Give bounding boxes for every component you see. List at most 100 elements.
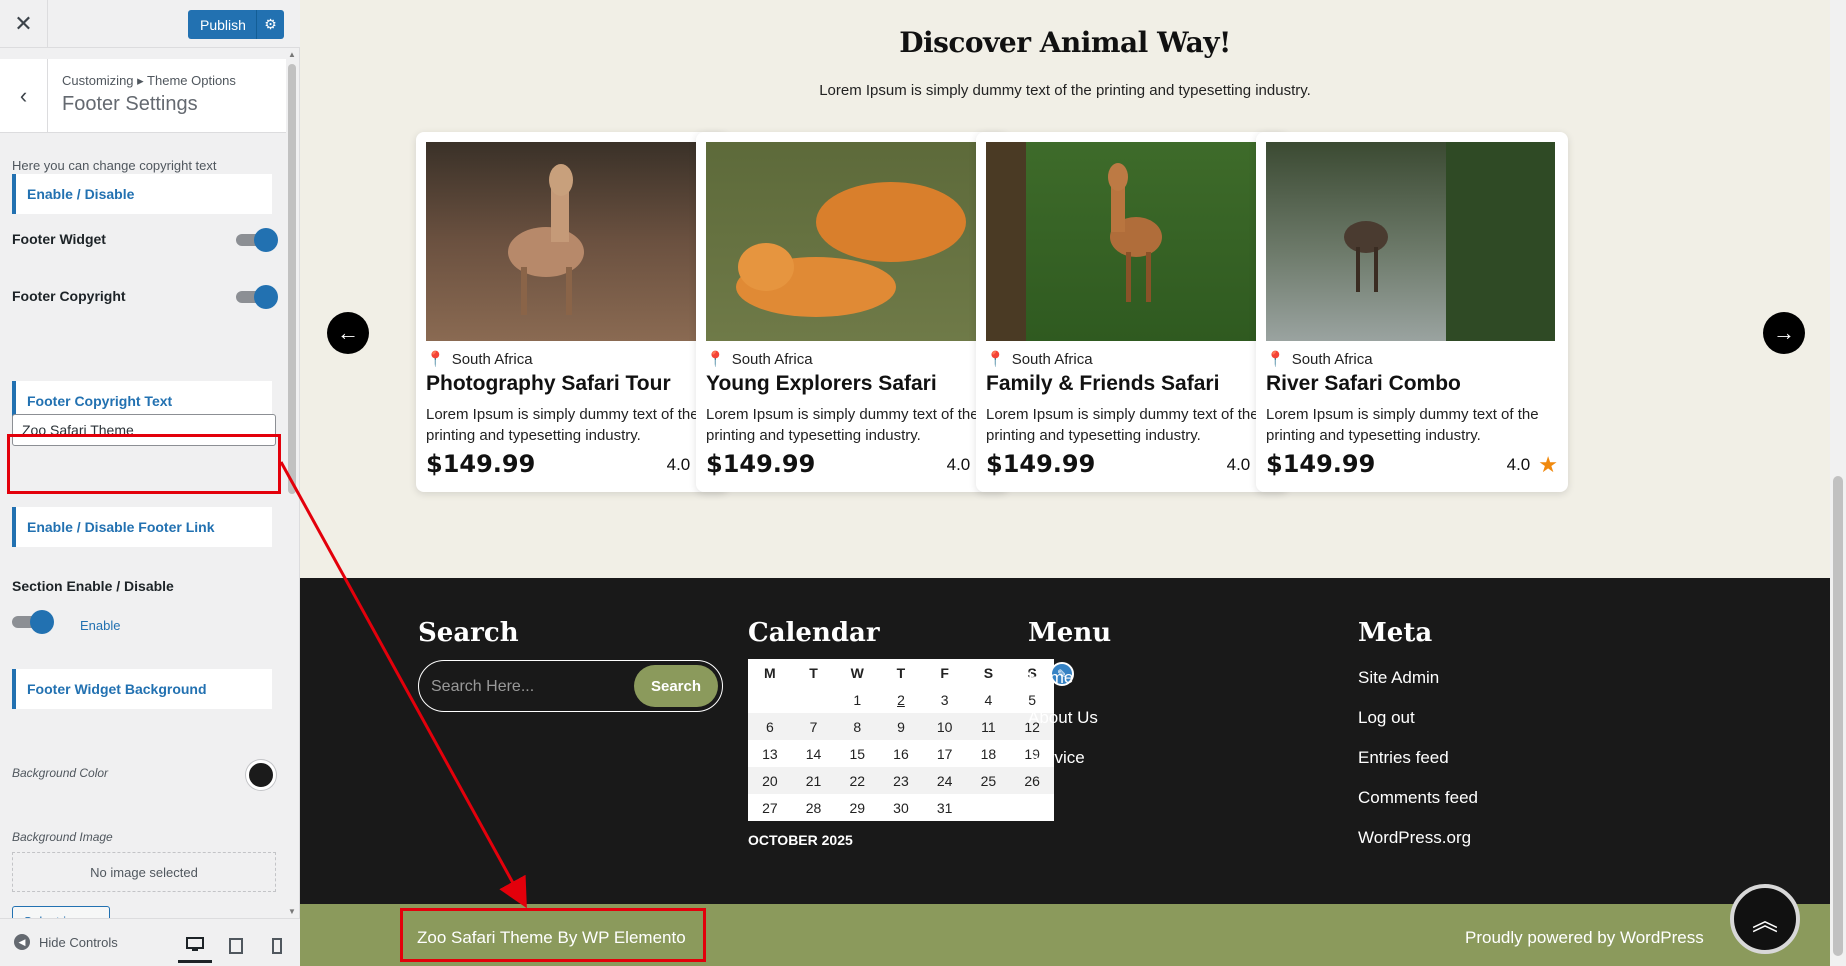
highlight-box-copyright <box>400 908 706 962</box>
meta-link-comments-feed[interactable]: Comments feed <box>1358 788 1478 808</box>
widget-bg-heading: Footer Widget Background <box>12 669 272 709</box>
fawn-photo <box>986 142 1275 341</box>
meta-link-wordpress[interactable]: WordPress.org <box>1358 828 1471 848</box>
meta-link-site-admin[interactable]: Site Admin <box>1358 668 1439 688</box>
section-enable-toggle[interactable] <box>12 610 54 634</box>
calendar-day-header: S <box>983 664 994 681</box>
section-description: Here you can change copyright text <box>12 158 217 173</box>
breadcrumb: Customizing ▸ Theme Options <box>62 73 236 88</box>
footer-menu-title: Menu <box>1028 618 1112 648</box>
tour-card[interactable]: 📍 South Africa Photography Safari Tour Lo… <box>416 132 728 492</box>
bg-color-label: Background Color <box>12 766 109 780</box>
deer-photo <box>426 142 715 341</box>
location-pin-icon: 📍 <box>1266 351 1285 368</box>
moose-river-photo <box>1266 142 1555 341</box>
calendar-day <box>966 794 1011 821</box>
tablet-preview-icon[interactable] <box>219 929 253 963</box>
footer-copyright-toggle[interactable] <box>236 285 278 309</box>
footer-meta-title: Meta <box>1358 618 1433 648</box>
app: ✕ Publish ⚙ ‹ Customizing ▸ Theme Option… <box>0 0 1846 966</box>
meta-link-logout[interactable]: Log out <box>1358 708 1415 728</box>
publish-label: Publish <box>200 16 246 33</box>
calendar-caption: OCTOBER 2025 <box>748 832 853 848</box>
calendar-day: 25 <box>966 767 1011 794</box>
card-price: $149.99 <box>426 450 536 478</box>
footer-copyright-label: Footer Copyright <box>12 288 126 304</box>
hide-controls-label: Hide Controls <box>39 934 118 950</box>
card-description: Lorem Ipsum is simply dummy text of the … <box>426 406 699 444</box>
mobile-preview-icon[interactable] <box>260 929 294 963</box>
footer-search-form: Search <box>418 660 723 712</box>
scroll-to-top-icon[interactable]: ︽ <box>1730 884 1800 954</box>
calendar-widget: M T W T F S S 1 2 3 4 5 6 7 8 9 10 11 12 13 14 15 16 17 1… <box>748 659 1054 821</box>
publish-button[interactable]: Publish ⚙ <box>188 10 284 39</box>
tour-card[interactable]: 📍 South Africa Family & Friends Safari Lo… <box>976 132 1288 492</box>
card-location: 📍 South Africa <box>1266 350 1373 369</box>
menu-link-home[interactable]: Home <box>1028 668 1073 688</box>
preview-scrollbar[interactable] <box>1830 0 1846 966</box>
powered-by-text[interactable]: Proudly powered by WordPress <box>1465 928 1704 948</box>
card-title[interactable]: Photography Safari Tour <box>426 372 671 396</box>
footer-widget-toggle[interactable] <box>236 228 278 252</box>
footer-search-title: Search <box>418 618 519 648</box>
calendar-day: 21 <box>791 767 836 794</box>
back-chevron-icon[interactable]: ‹ <box>0 59 48 133</box>
calendar-day: 30 <box>893 799 909 816</box>
menu-link-about[interactable]: About Us <box>1028 708 1098 728</box>
card-location: 📍 South Africa <box>706 350 813 369</box>
customizer-footer: ◀ Hide Controls <box>0 918 300 966</box>
card-price: $149.99 <box>986 450 1096 478</box>
calendar-day-header: T <box>896 664 906 681</box>
calendar-day[interactable]: 2 <box>879 686 923 713</box>
calendar-day: 13 <box>762 745 778 762</box>
card-price: $149.99 <box>706 450 816 478</box>
tour-card[interactable]: 📍 South Africa Young Explorers Safari Lor… <box>696 132 1008 492</box>
meta-link-entries-feed[interactable]: Entries feed <box>1358 748 1449 768</box>
footer-search-input[interactable] <box>431 674 611 700</box>
customizer-header: ✕ Publish ⚙ <box>0 0 300 48</box>
calendar-day <box>791 686 836 713</box>
section-header: ‹ Customizing ▸ Theme Options Footer Set… <box>0 59 286 133</box>
calendar-day: 31 <box>936 799 953 816</box>
calendar-day: 24 <box>922 767 967 794</box>
calendar-day: 8 <box>835 713 880 740</box>
card-description: Lorem Ipsum is simply dummy text of the … <box>706 406 979 444</box>
highlight-box-input <box>7 434 281 494</box>
close-icon[interactable]: ✕ <box>0 0 48 47</box>
calendar-day-header: M <box>764 664 776 681</box>
calendar-day-header: T <box>809 664 818 681</box>
location-pin-icon: 📍 <box>986 351 1005 368</box>
card-description: Lorem Ipsum is simply dummy text of the … <box>986 406 1259 444</box>
calendar-day: 18 <box>980 745 997 762</box>
hide-controls-button[interactable]: ◀ Hide Controls <box>14 934 118 950</box>
footer-widget-label: Footer Widget <box>12 231 106 247</box>
calendar-day: 14 <box>805 745 822 762</box>
location-pin-icon: 📍 <box>706 351 725 368</box>
carousel-prev-arrow-icon[interactable]: ← <box>327 312 369 354</box>
enable-disable-heading: Enable / Disable <box>12 174 272 214</box>
calendar-day: 9 <box>879 713 923 740</box>
calendar-day: 4 <box>984 691 993 708</box>
menu-link-service[interactable]: Service <box>1028 748 1085 768</box>
card-title[interactable]: Family & Friends Safari <box>986 372 1219 396</box>
tour-card[interactable]: 📍 South Africa River Safari Combo Lorem I… <box>1256 132 1568 492</box>
footer-link-heading: Enable / Disable Footer Link <box>12 507 272 547</box>
calendar-day: 28 <box>805 799 822 816</box>
carousel-next-arrow-icon[interactable]: → <box>1763 312 1805 354</box>
discover-subtitle: Lorem Ipsum is simply dummy text of the … <box>819 82 1311 99</box>
calendar-day-header: W <box>850 664 864 681</box>
card-title[interactable]: River Safari Combo <box>1266 372 1461 396</box>
calendar-day: 22 <box>835 767 880 794</box>
bg-color-swatch[interactable] <box>246 760 276 790</box>
footer-calendar-title: Calendar <box>748 618 880 648</box>
calendar-day: 27 <box>762 799 778 816</box>
gear-icon[interactable]: ⚙ <box>256 10 284 39</box>
site-preview: Discover Animal Way! Lorem Ipsum is simp… <box>300 0 1846 966</box>
desktop-preview-icon[interactable] <box>178 929 212 963</box>
card-location: 📍 South Africa <box>426 350 533 369</box>
sidebar-scrollbar[interactable]: ▲ ▼ <box>287 50 297 916</box>
select-image-button[interactable]: Select image <box>12 906 110 918</box>
card-title[interactable]: Young Explorers Safari <box>706 372 937 396</box>
no-image-placeholder: No image selected <box>12 852 276 892</box>
footer-search-button[interactable]: Search <box>634 665 718 707</box>
